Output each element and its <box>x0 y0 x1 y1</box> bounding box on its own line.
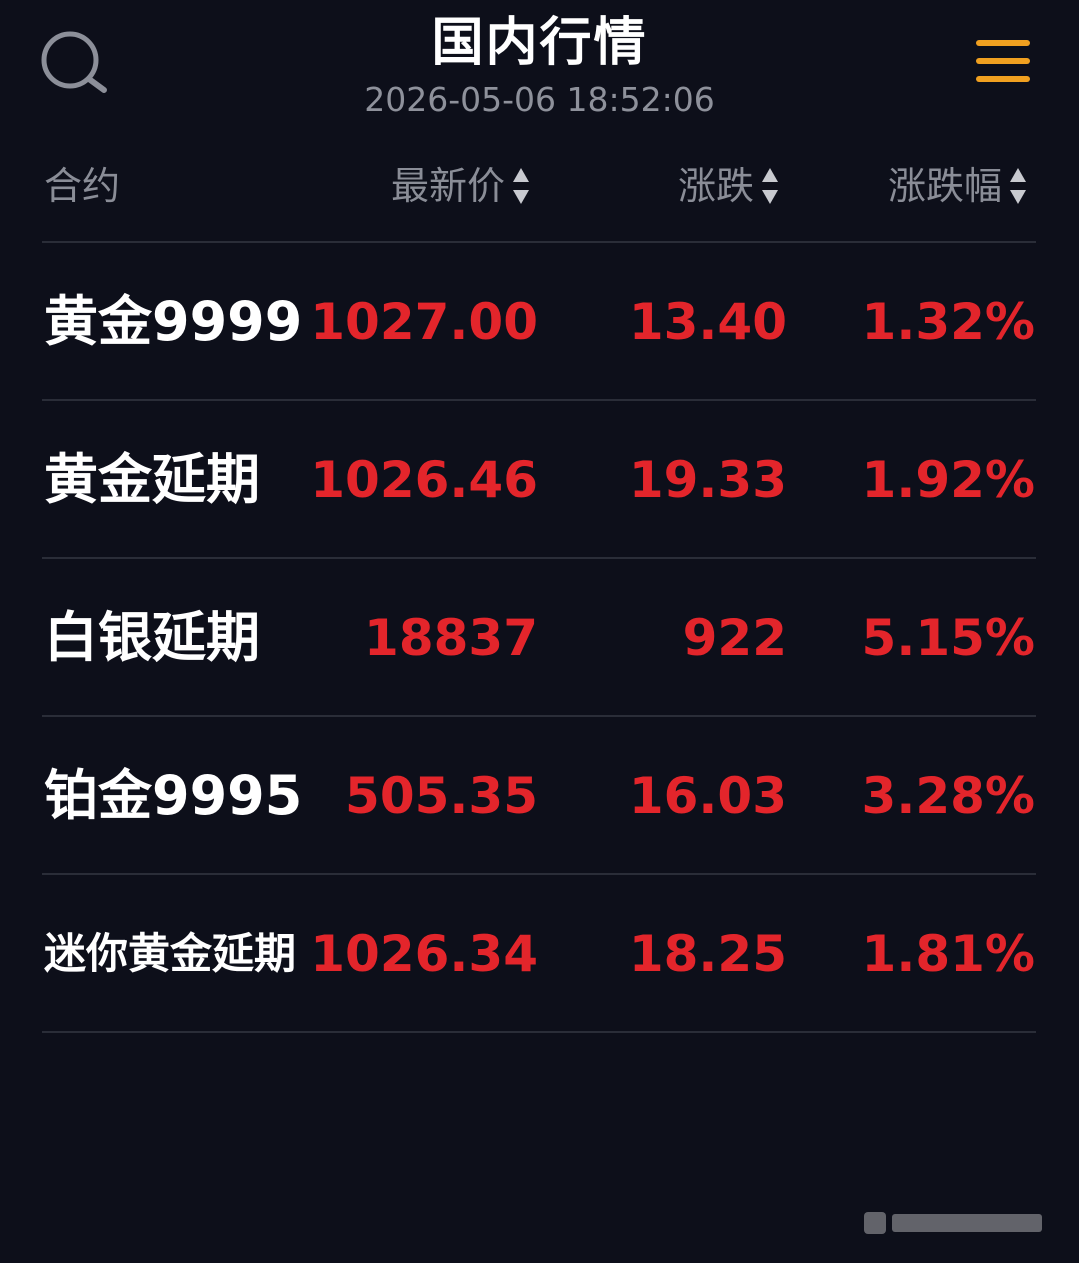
price-change-pct: 3.28% <box>861 767 1035 825</box>
sort-arrows-icon <box>511 166 531 206</box>
column-header-price[interactable]: 最新价 <box>391 155 531 217</box>
page-title: 国内行情 <box>431 13 648 73</box>
price-change-pct: 1.92% <box>861 451 1035 509</box>
price-change: 18.25 <box>628 925 787 983</box>
column-header-change[interactable]: 涨跌 <box>678 155 780 217</box>
update-timestamp: 2026-05-06 18:52:06 <box>364 80 715 119</box>
column-header-change-label: 涨跌 <box>677 164 754 208</box>
contract-name: 黄金9999 <box>44 290 303 353</box>
price-change-pct: 1.32% <box>861 293 1035 351</box>
column-header-change-pct-label: 涨跌幅 <box>887 164 1002 208</box>
table-row[interactable]: 黄金9999 1027.00 13.40 1.32% <box>0 243 1079 401</box>
menu-button[interactable] <box>970 34 1036 94</box>
contract-name: 白银延期 <box>44 606 260 669</box>
latest-price: 505.35 <box>345 767 538 825</box>
price-change: 13.40 <box>628 293 787 351</box>
table-row[interactable]: 迷你黄金延期 1026.34 18.25 1.81% <box>0 875 1079 1033</box>
latest-price: 18837 <box>364 609 538 667</box>
table-row[interactable]: 黄金延期 1026.46 19.33 1.92% <box>0 401 1079 559</box>
column-header-change-pct[interactable]: 涨跌幅 <box>888 155 1028 217</box>
table-row[interactable]: 白银延期 18837 922 5.15% <box>0 559 1079 717</box>
price-change: 16.03 <box>628 767 787 825</box>
table-row[interactable]: 铂金9995 505.35 16.03 3.28% <box>0 717 1079 875</box>
hamburger-menu-icon <box>976 40 1030 82</box>
price-change-pct: 5.15% <box>861 609 1035 667</box>
contract-name: 铂金9995 <box>44 764 303 827</box>
sort-arrows-icon <box>1008 166 1028 206</box>
watermark-logo <box>864 1206 1054 1240</box>
latest-price: 1027.00 <box>310 293 538 351</box>
latest-price: 1026.46 <box>310 451 538 509</box>
price-change: 19.33 <box>628 451 787 509</box>
price-change: 922 <box>682 609 787 667</box>
contract-name: 迷你黄金延期 <box>44 929 297 978</box>
sort-arrows-icon <box>760 166 780 206</box>
column-header-price-label: 最新价 <box>390 164 505 208</box>
row-divider <box>42 1031 1036 1033</box>
price-change-pct: 1.81% <box>861 925 1035 983</box>
contract-name: 黄金延期 <box>44 448 260 511</box>
header-bar: 国内行情 2026-05-06 18:52:06 <box>0 0 1079 130</box>
column-header-contract: 合约 <box>44 164 121 208</box>
latest-price: 1026.34 <box>310 925 538 983</box>
